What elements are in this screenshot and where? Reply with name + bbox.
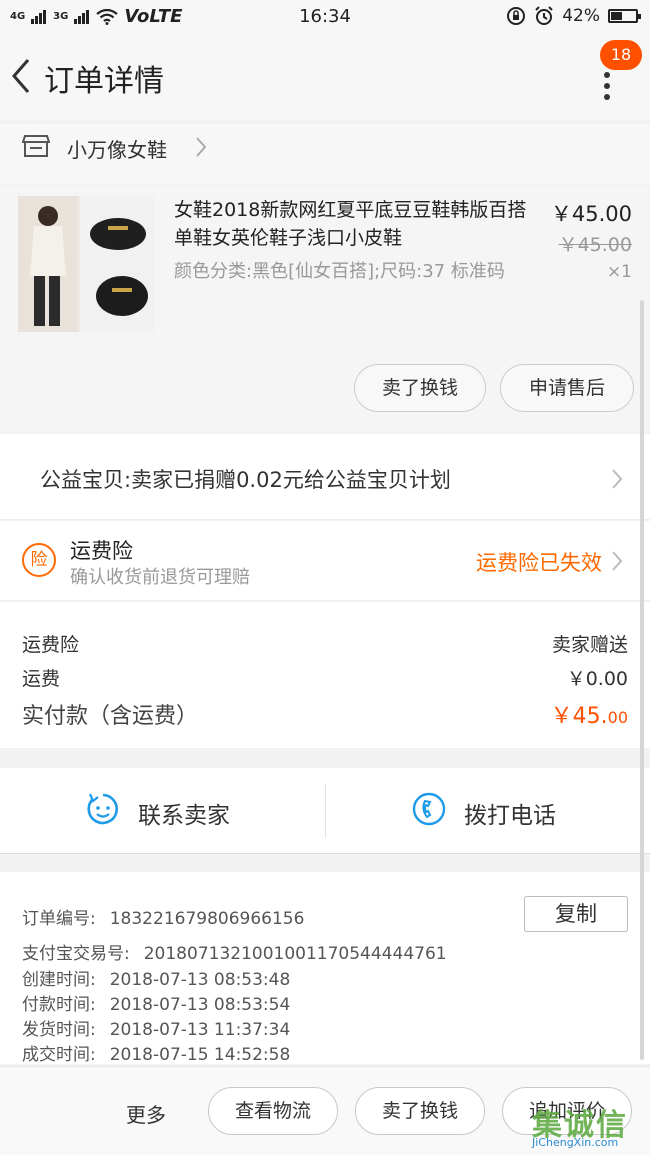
sell-for-cash-button[interactable]: 卖了换钱 [354,364,486,412]
more-button[interactable]: 更多 [126,1099,166,1128]
order-info-key: 支付宝交易号: [22,944,130,964]
phone-icon [412,792,446,826]
product-name[interactable]: 女鞋2018新款网红夏平底豆豆鞋韩版百搭单鞋女英伦鞋子浅口小皮鞋 [174,196,536,252]
chevron-right-icon [196,137,207,157]
chevron-right-icon [612,551,623,571]
store-name: 小万像女鞋 [67,138,167,162]
after-sale-button[interactable]: 申请售后 [500,364,634,412]
created-time: 2018-07-13 08:53:48 [109,970,291,990]
call-phone-label: 拨打电话 [464,803,556,829]
chat-face-icon [87,793,119,825]
more-options-icon[interactable] [602,72,612,102]
watermark-url: JiChengXin.com [532,1136,619,1149]
insurance-icon: 险 [22,543,56,577]
total-value-main: ￥45. [550,704,608,729]
order-info: 订单编号: 183221679806966156 复制 支付宝交易号: 201807… [0,872,650,1065]
status-bar: 4G 3G VoLTE 16:34 42% [0,0,650,34]
order-info-row: 订单编号: 183221679806966156 [22,904,304,929]
order-info-row: 成交时间: 2018-07-15 14:52:58 [22,1040,290,1065]
nav-bar: 订单详情 18 [0,34,650,120]
total-value: ￥45.00 [551,698,628,730]
insurance-subtitle: 确认收货前退货可理赔 [70,567,250,588]
order-info-key: 付款时间: [22,995,96,1015]
order-info-key: 发货时间: [22,1020,96,1040]
completed-time: 2018-07-15 14:52:58 [109,1045,291,1065]
sell-for-cash-button[interactable]: 卖了换钱 [355,1087,485,1135]
product-item: 女鞋2018新款网红夏平底豆豆鞋韩版百搭单鞋女英伦鞋子浅口小皮鞋 颜色分类:黑色… [0,186,650,432]
scrollbar[interactable] [640,300,644,1060]
product-price: ￥45.00 [550,202,632,226]
fee-label: 运费 [22,668,61,690]
fee-summary: 运费险 卖家赠送 运费 ￥0.00 实付款（含运费） ￥45.00 [0,602,650,748]
total-label: 实付款（含运费） [22,704,199,729]
insurance-status: 运费险已失效 [476,551,602,575]
contact-seller-label: 联系卖家 [138,803,230,829]
watermark-logo: 集诚信 [532,1108,628,1143]
view-logistics-button[interactable]: 查看物流 [208,1087,338,1135]
paid-time: 2018-07-13 08:53:54 [109,995,291,1015]
order-info-key: 订单编号: [22,909,96,929]
alipay-trade-number: 2018071321001001170544444761 [143,944,447,964]
call-phone-button[interactable]: 拨打电话 [326,768,650,854]
order-number: 183221679806966156 [109,909,305,929]
insurance-title: 运费险 [70,539,133,563]
contact-seller-button[interactable]: 联系卖家 [0,768,325,854]
charity-row[interactable]: 公益宝贝:卖家已捐赠0.02元给公益宝贝计划 [0,434,650,520]
store-row[interactable]: 小万像女鞋 [0,124,650,184]
product-quantity: ×1 [606,262,632,282]
contact-bar: 联系卖家 拨打电话 [0,768,650,854]
copy-button[interactable]: 复制 [524,896,628,932]
fee-value: 卖家赠送 [551,634,628,656]
lock-rotation-icon [507,7,526,25]
watermark: 集诚信 JiChengXin.com [532,1100,648,1152]
order-info-row: 发货时间: 2018-07-13 11:37:34 [22,1015,290,1040]
notification-badge: 18 [600,40,642,70]
fee-label: 运费险 [22,634,80,656]
shipping-insurance-row[interactable]: 险 运费险 确认收货前退货可理赔 运费险已失效 [0,521,650,601]
store-icon [22,135,50,157]
product-thumbnail[interactable] [18,196,154,332]
order-info-key: 成交时间: [22,1045,96,1065]
total-value-cents: 00 [607,708,628,727]
battery-percent: 42% [562,6,600,26]
product-image-icon [18,196,154,332]
charity-text: 公益宝贝:卖家已捐赠0.02元给公益宝贝计划 [40,468,451,492]
order-info-row: 创建时间: 2018-07-13 08:53:48 [22,965,290,990]
shipped-time: 2018-07-13 11:37:34 [109,1020,291,1040]
status-right: 42% [506,6,641,26]
back-arrow-icon[interactable] [8,56,32,96]
product-sku: 颜色分类:黑色[仙女百搭];尺码:37 标准码 [174,261,505,282]
battery-icon [608,9,641,23]
order-info-key: 创建时间: [22,970,96,990]
chevron-right-icon [612,469,623,489]
product-original-price: ￥45.00 [558,234,632,256]
order-info-row: 付款时间: 2018-07-13 08:53:54 [22,990,290,1015]
page-title: 订单详情 [44,64,164,99]
alarm-icon [535,6,553,25]
fee-value: ￥0.00 [566,668,628,690]
order-info-row: 支付宝交易号: 2018071321001001170544444761 [22,939,447,964]
